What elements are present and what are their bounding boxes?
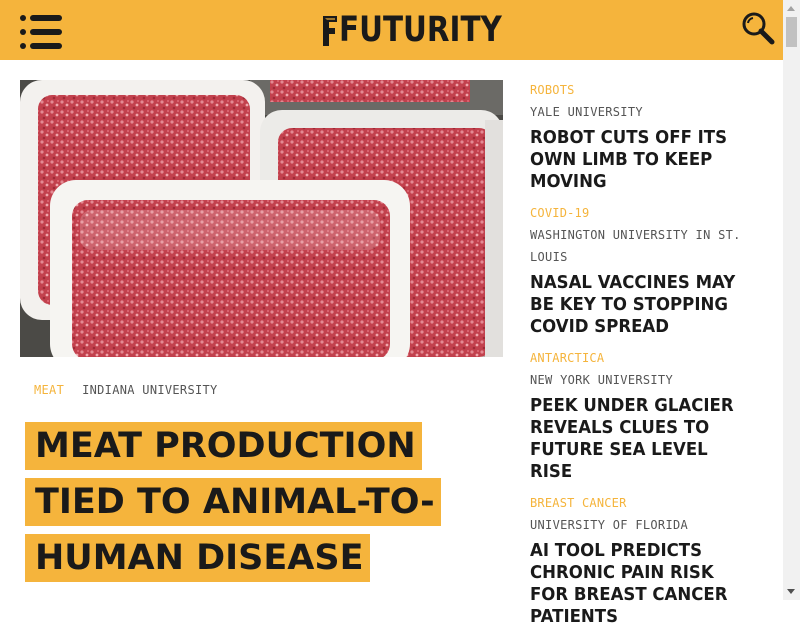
- list-item: ANTARCTICA NEW YORK UNIVERSITY PEEK UNDE…: [530, 350, 750, 483]
- category-tag[interactable]: ROBOTS: [530, 82, 750, 98]
- university-label: WASHINGTON UNIVERSITY IN ST. LOUIS: [530, 228, 741, 264]
- hero-title-line: MEAT PRODUCTION: [25, 422, 422, 470]
- sidebar-news-list: ROBOTS YALE UNIVERSITY ROBOT CUTS OFF IT…: [530, 82, 750, 640]
- site-logo[interactable]: FUTURITY: [322, 10, 533, 50]
- hero-headline[interactable]: MEAT PRODUCTION TIED TO ANIMAL-TO- HUMAN…: [25, 418, 445, 586]
- list-item: COVID-19 WASHINGTON UNIVERSITY IN ST. LO…: [530, 205, 750, 338]
- hero-image[interactable]: [20, 80, 503, 357]
- article-title-link[interactable]: NASAL VACCINES MAY BE KEY TO STOPPING CO…: [530, 272, 749, 338]
- hero-university: INDIANA UNIVERSITY: [82, 383, 218, 397]
- logo-flag-icon: [323, 16, 337, 46]
- list-item: ROBOTS YALE UNIVERSITY ROBOT CUTS OFF IT…: [530, 82, 750, 193]
- scroll-up-arrow-icon[interactable]: [783, 0, 800, 17]
- logo-text: FUTURITY: [339, 10, 502, 50]
- category-tag[interactable]: COVID-19: [530, 205, 750, 221]
- article-title-link[interactable]: ROBOT CUTS OFF ITS OWN LIMB TO KEEP MOVI…: [530, 127, 749, 193]
- hero-title-line: TIED TO ANIMAL-TO-: [25, 478, 441, 526]
- article-title-link[interactable]: PEEK UNDER GLACIER REVEALS CLUES TO FUTU…: [530, 395, 749, 483]
- list-item: BREAST CANCER UNIVERSITY OF FLORIDA AI T…: [530, 495, 750, 628]
- hero-category-tag[interactable]: MEAT: [34, 383, 64, 397]
- hero-meta: MEAT INDIANA UNIVERSITY: [34, 383, 218, 397]
- hamburger-menu-icon[interactable]: [20, 15, 62, 49]
- hero-title-line: HUMAN DISEASE: [25, 534, 370, 582]
- scrollbar-thumb[interactable]: [786, 17, 797, 47]
- meat-photo: [20, 80, 503, 357]
- site-header: FUTURITY: [0, 0, 783, 60]
- university-label: UNIVERSITY OF FLORIDA: [530, 518, 689, 532]
- article-title-link[interactable]: AI TOOL PREDICTS CHRONIC PAIN RISK FOR B…: [530, 540, 749, 628]
- university-label: NEW YORK UNIVERSITY: [530, 373, 673, 387]
- category-tag[interactable]: BREAST CANCER: [530, 495, 750, 511]
- search-icon[interactable]: [740, 10, 776, 46]
- vertical-scrollbar[interactable]: [783, 0, 800, 600]
- university-label: YALE UNIVERSITY: [530, 105, 643, 119]
- category-tag[interactable]: ANTARCTICA: [530, 350, 750, 366]
- scroll-down-arrow-icon[interactable]: [783, 583, 800, 600]
